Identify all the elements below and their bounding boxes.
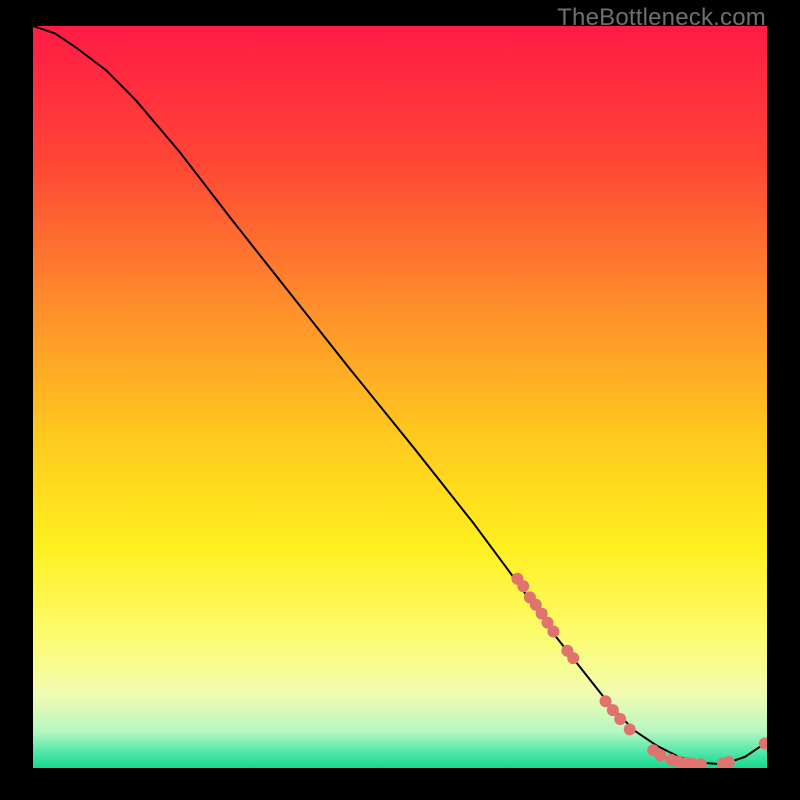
chart-background-gradient bbox=[33, 26, 767, 768]
highlight-dot bbox=[517, 580, 529, 592]
highlight-dot bbox=[723, 756, 735, 768]
chart-svg bbox=[33, 26, 767, 768]
highlight-dot bbox=[655, 749, 667, 761]
highlight-dot bbox=[624, 723, 636, 735]
highlight-dot bbox=[614, 713, 626, 725]
highlight-dot bbox=[547, 625, 559, 637]
highlight-dot bbox=[567, 652, 579, 664]
chart-plot-area bbox=[33, 26, 767, 768]
chart-stage: TheBottleneck.com bbox=[0, 0, 800, 800]
